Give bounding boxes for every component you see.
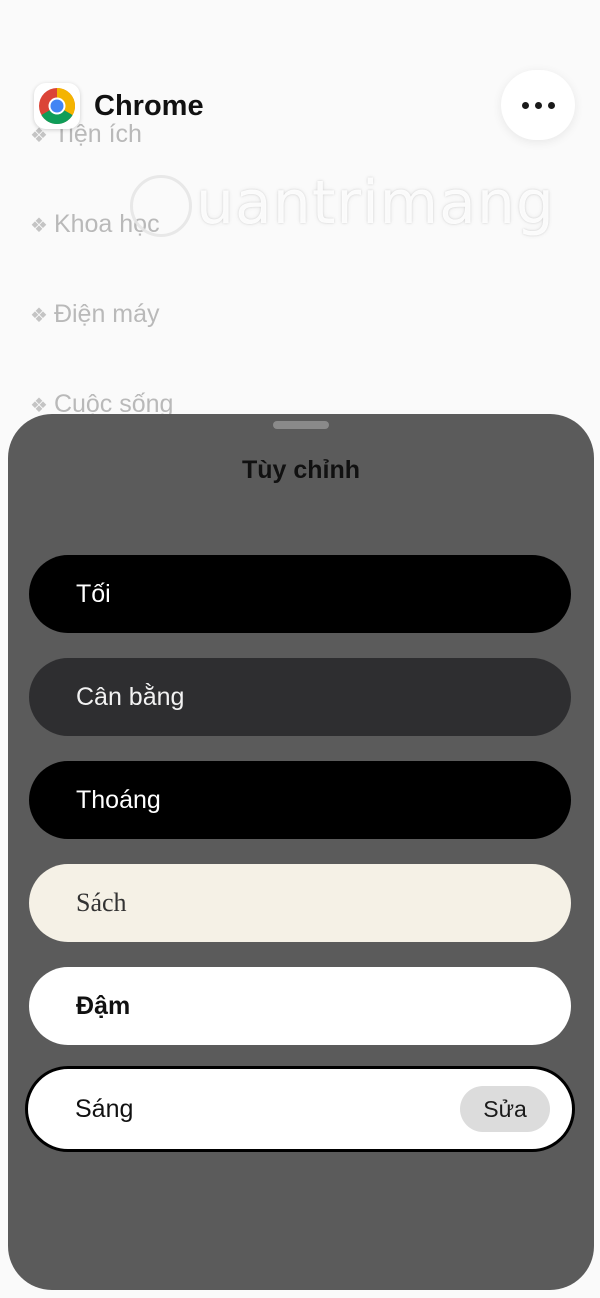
theme-option-balanced[interactable]: Cân bằng bbox=[29, 658, 571, 736]
theme-option-book[interactable]: Sách bbox=[29, 864, 571, 942]
chrome-logo-icon bbox=[34, 83, 80, 129]
theme-option-bold[interactable]: Đậm bbox=[29, 967, 571, 1045]
theme-option-label: Sáng bbox=[75, 1094, 134, 1123]
app-title: Chrome bbox=[94, 89, 204, 122]
lightbulb-icon bbox=[130, 175, 192, 238]
app-header: Chrome bbox=[34, 80, 204, 132]
diamond-bullet-icon: ❖ bbox=[30, 215, 48, 237]
theme-option-label: Đậm bbox=[76, 991, 131, 1020]
theme-option-dark[interactable]: Tối bbox=[29, 555, 571, 633]
more-horizontal-icon bbox=[521, 101, 529, 109]
theme-option-label: Sách bbox=[76, 888, 127, 917]
theme-option-label: Thoáng bbox=[76, 785, 161, 814]
sheet-grabber-handle[interactable] bbox=[273, 421, 329, 429]
theme-option-airy[interactable]: Thoáng bbox=[29, 761, 571, 839]
watermark-logo: uantrimang bbox=[130, 168, 555, 238]
theme-option-label: Tối bbox=[76, 579, 111, 608]
theme-option-light-selected[interactable]: Sáng Sửa bbox=[25, 1066, 575, 1152]
bg-list-item: ❖ Điện máy bbox=[30, 300, 160, 328]
customize-sheet: Tùy chỉnh Tối Cân bằng Thoáng Sách Đậm S… bbox=[8, 414, 594, 1290]
more-options-button[interactable] bbox=[501, 70, 575, 140]
theme-option-label: Cân bằng bbox=[76, 682, 185, 711]
diamond-bullet-icon: ❖ bbox=[30, 305, 48, 327]
edit-button[interactable]: Sửa bbox=[460, 1086, 550, 1132]
sheet-title: Tùy chỉnh bbox=[241, 456, 361, 484]
